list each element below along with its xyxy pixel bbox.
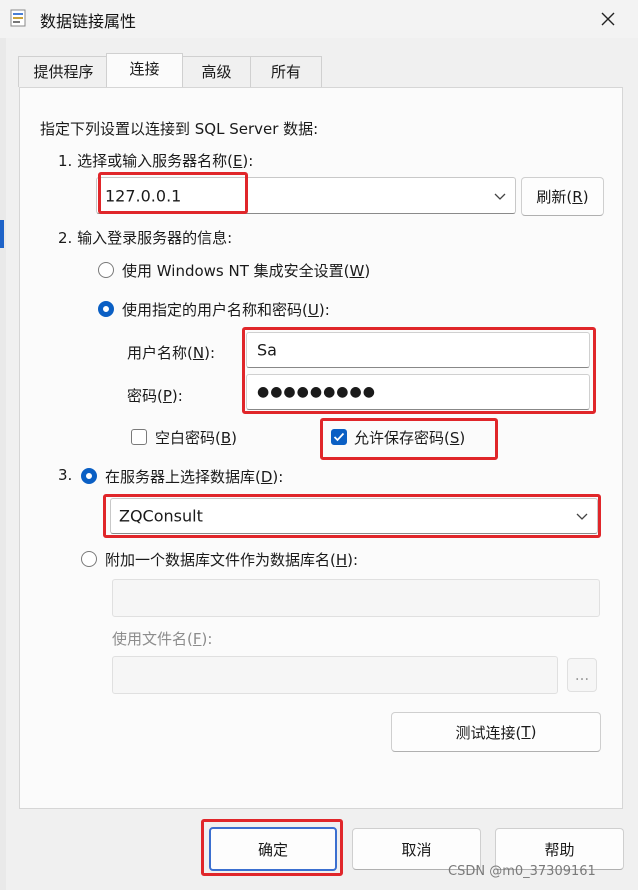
- intro-text: 指定下列设置以连接到 SQL Server 数据:: [40, 120, 319, 138]
- filename-input[interactable]: [112, 656, 558, 694]
- username-label: 用户名称(N):: [127, 344, 215, 362]
- username-input[interactable]: Sa: [246, 332, 590, 368]
- allow-save-password-label: 允许保存密码(S): [354, 429, 466, 447]
- background-selection-mark: [0, 220, 4, 248]
- test-connection-button[interactable]: 测试连接(T): [391, 712, 601, 752]
- radio-windows-nt[interactable]: [98, 262, 114, 278]
- watermark: CSDN @m0_37309161: [448, 864, 596, 879]
- window-title: 数据链接属性: [40, 12, 137, 31]
- server-name-combo[interactable]: 127.0.0.1: [96, 177, 516, 214]
- chevron-down-icon: [494, 193, 506, 200]
- password-input[interactable]: ●●●●●●●●●: [246, 374, 590, 410]
- database-value: ZQConsult: [119, 506, 203, 526]
- radio-specified-user-label: 使用指定的用户名称和密码(U):: [122, 301, 330, 319]
- refresh-button[interactable]: 刷新(R): [521, 177, 604, 216]
- radio-attach-database-label: 附加一个数据库文件作为数据库名(H):: [105, 551, 359, 569]
- tab-all[interactable]: 所有: [250, 56, 322, 87]
- browse-file-button[interactable]: ...: [567, 658, 597, 692]
- close-icon: [601, 12, 615, 26]
- step2-label: 2. 输入登录服务器的信息:: [58, 229, 233, 247]
- blank-password-label: 空白密码(B): [155, 429, 238, 447]
- ok-button[interactable]: 确定: [209, 827, 337, 871]
- data-link-icon: [10, 9, 26, 27]
- radio-specified-user[interactable]: [98, 301, 114, 317]
- background-window-edge: [0, 38, 6, 890]
- tab-connection[interactable]: 连接: [106, 53, 183, 87]
- tab-advanced[interactable]: 高级: [180, 56, 253, 87]
- allow-save-password-checkbox[interactable]: [331, 429, 347, 445]
- radio-attach-database[interactable]: [81, 551, 97, 567]
- blank-password-checkbox[interactable]: [131, 429, 147, 445]
- radio-select-database-label: 在服务器上选择数据库(D):: [105, 468, 284, 486]
- server-name-value: 127.0.0.1: [105, 186, 182, 205]
- tab-provider[interactable]: 提供程序: [18, 56, 109, 87]
- close-button[interactable]: [593, 4, 623, 34]
- step3-number: 3.: [58, 466, 73, 484]
- database-combo[interactable]: ZQConsult: [110, 498, 598, 534]
- radio-windows-nt-label: 使用 Windows NT 集成安全设置(W): [122, 262, 371, 280]
- radio-select-database[interactable]: [81, 468, 97, 484]
- checkmark-icon: [333, 432, 345, 442]
- filename-label: 使用文件名(F):: [112, 630, 213, 648]
- step1-label: 1. 选择或输入服务器名称(E):: [58, 152, 254, 170]
- password-label: 密码(P):: [127, 387, 183, 405]
- chevron-down-icon: [576, 513, 588, 520]
- attach-database-name-input[interactable]: [112, 579, 600, 617]
